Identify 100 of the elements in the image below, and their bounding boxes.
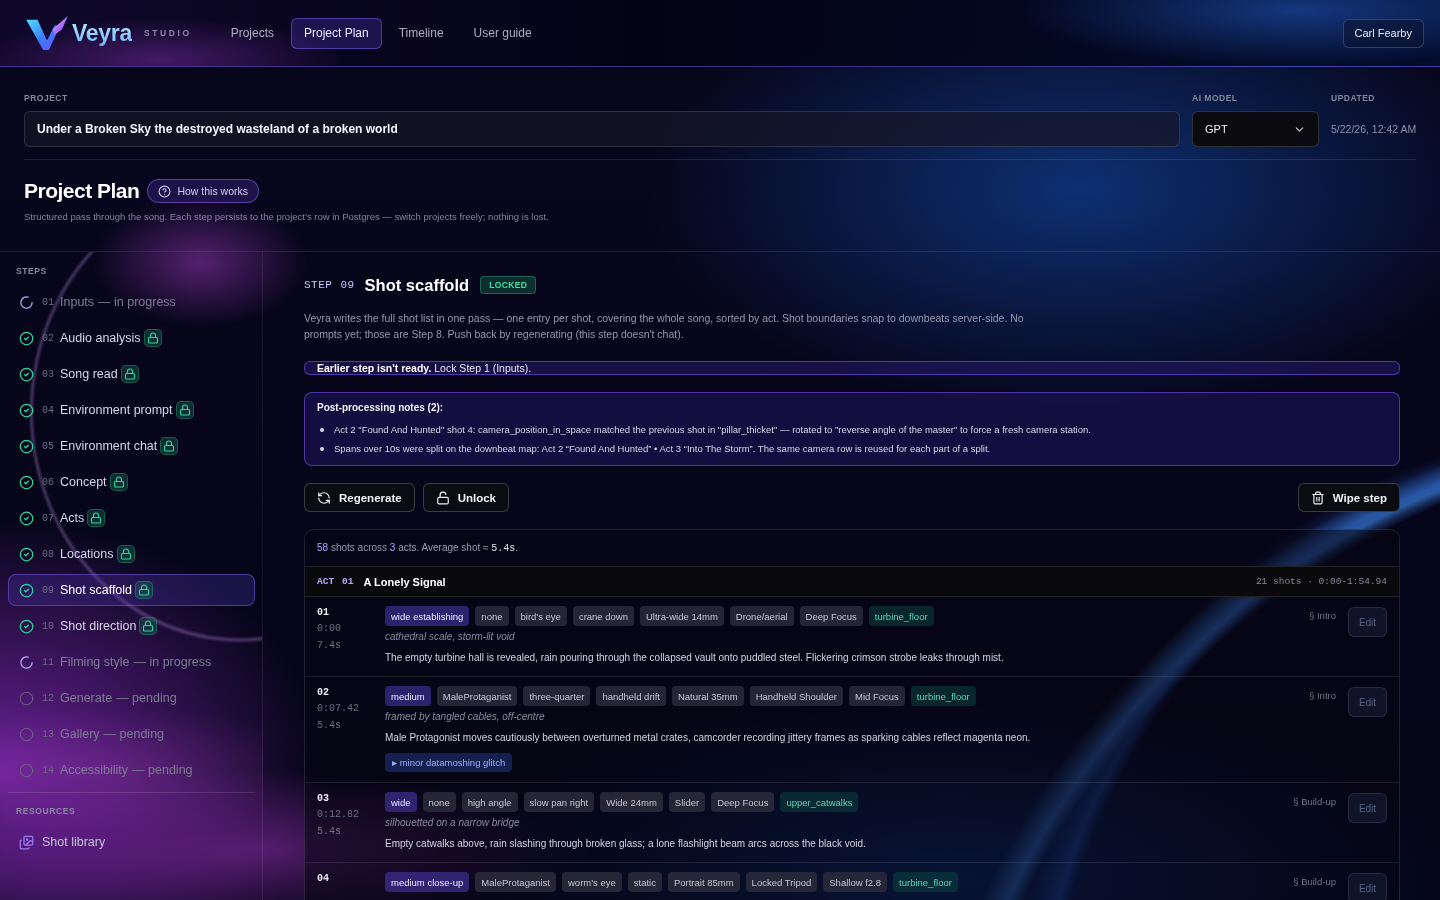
shot-tag: none [422,792,456,812]
step-status-text: — in progress [98,295,176,309]
section-label: § Intro [1309,689,1336,703]
shot-description: The empty turbine hall is revealed, rain pouring through the collapsed vault onto puddled steel. Flickering crimson strobe leaks through mist. [385,651,1004,665]
step-item[interactable]: 07 Acts [8,502,255,534]
step-number: 03 [42,368,54,380]
shot-caption: silhouetted on a narrow bridge [385,816,520,830]
shot-duration: 5.4s [317,825,341,839]
field-label: UPDATED [1331,93,1376,103]
regenerate-button[interactable]: Regenerate [304,483,415,512]
framing-tag: medium close-up [385,872,470,892]
user-menu-button[interactable]: Carl Fearby [1342,18,1424,48]
location-tag: upper_catwalks [780,792,859,812]
section-label: STEPS [15,266,48,276]
step-name: Acts [60,511,85,525]
step-item[interactable]: 05 Environment chat [8,430,255,462]
shot-duration: 5.4s [317,719,341,733]
step-item[interactable]: 09 Shot scaffold [8,574,255,606]
model-select[interactable]: GPT [1192,111,1319,147]
page-title: Project Plan [24,179,140,203]
shot-tag: crane down [572,606,634,626]
location-tag: turbine_floor [868,606,934,626]
brand-tagline: STUDIO [143,28,192,38]
step-number: 11 [42,656,54,668]
step-name: Accessibility [60,763,129,777]
shot-number: 03 [317,792,329,806]
status-badge: LOCKED [480,276,537,294]
act-meta: 21 shots · 0:00-1:54.94 [1255,576,1387,587]
nav-tab[interactable]: Timeline [385,17,457,49]
section-label: § Intro [1309,609,1336,623]
field-label: PROJECT [24,93,69,103]
shot-tag: Slider [668,792,706,812]
shot-tag: Deep Focus [711,792,775,812]
shot-tag: Drone/aerial [729,606,794,626]
step-item[interactable]: 10 Shot direction [8,610,255,642]
shot-tag: high angle [461,792,518,812]
framing-tag: medium [385,686,431,706]
images-icon [19,834,34,850]
shots-summary: 58 shots across 3 acts. Average shot ≈ 5.4s. [317,542,519,554]
field-label: AI MODEL [1192,93,1239,103]
step-item[interactable]: 08 Locations [8,538,255,570]
step-item[interactable]: 06 Concept [8,466,255,498]
step-number: 06 [42,476,54,488]
unlocked-padlock-icon [435,490,450,505]
step-item[interactable]: 12 Generate — pending [8,682,255,714]
section-label: § Build-up [1293,795,1336,809]
step-item[interactable]: 03 Song read [8,358,255,390]
shot-start-time: 0:00 [317,622,341,636]
step-item[interactable]: 01 Inputs — in progress [8,286,255,318]
shot-caption: framed by tangled cables, off-centre [385,710,545,724]
shot-start-time: 0:12.82 [317,808,359,822]
step-description: Veyra writes the full shot list in one pass — one entry per shot, covering the whole song, sorted by act. Shot boundaries snap to downbeats server-side. No prompts yet; those are Step 8. Push back by regenerating (this step doesn't chat). [304,311,1025,342]
shot-tag: Portrait 85mm [667,872,740,892]
nav-tab[interactable]: Projects [217,17,287,49]
step-name: Generate [60,691,113,705]
framing-tag: wide [385,792,417,812]
shot-number: 02 [317,686,329,700]
shot-tag: Wide 24mm [600,792,663,812]
step-number: 07 [42,512,54,524]
shot-tag: three-quarter [523,686,591,706]
act-title: A Lonely Signal [363,575,446,588]
shot-tag: worm's eye [562,872,622,892]
shot-start-time: 0:07.42 [317,702,359,716]
step-label: STEP [304,279,333,291]
step-name: Song read [60,367,118,381]
nav-tab[interactable]: Project Plan [291,17,382,49]
step-item[interactable]: 02 Audio analysis [8,322,255,354]
shot-tag: Natural 35mm [671,686,744,706]
step-name: Environment chat [60,439,158,453]
resource-link[interactable]: Shot library [8,826,255,858]
shot-tag: MaleProtaganist [475,872,556,892]
step-number: 01 [42,296,54,308]
step-title: Shot scaffold [364,275,470,295]
step-status-text: — in progress [133,655,212,669]
shot-duration: 7.4s [317,639,341,653]
project-name-field[interactable]: Under a Broken Sky the destroyed wasteland of a broken world [24,111,1180,147]
step-item[interactable]: 04 Environment prompt [8,394,255,426]
wipe-step-button[interactable]: Wipe step [1297,483,1400,512]
step-item[interactable]: 11 Filming style — in progress [8,646,255,678]
page-subtitle: Structured pass through the song. Each step persists to the project’s row in Postgres — switch projects freely; nothing is lost. [24,210,550,223]
act-label: ACT [317,576,335,587]
act-number: 01 [342,576,354,587]
shot-tag: Handheld Shoulder [749,686,843,706]
step-name: Filming style [60,655,130,669]
logo-icon [26,16,68,50]
step-name: Shot scaffold [60,583,133,597]
section-label: § Build-up [1293,875,1336,889]
refresh-icon [317,490,331,505]
shot-tag: static [627,872,662,892]
step-number: 09 [42,584,54,596]
shot-tag: Shallow f2.8 [823,872,888,892]
step-number: 02 [42,332,54,344]
help-button[interactable]: How this works [147,179,259,203]
shot-description: Male Protagonist moves cautiously between overturned metal crates, camcorder recording jittery frames as sparking cables reflect magenta neon. [385,731,1031,745]
shot-tag: Deep Focus [799,606,863,626]
shot-tag: Mid Focus [848,686,905,706]
unlock-button[interactable]: Unlock [422,483,509,512]
nav-tab[interactable]: User guide [460,17,545,49]
shot-tag: MaleProtaganist [436,686,518,706]
step-status-text: — pending [116,691,177,705]
